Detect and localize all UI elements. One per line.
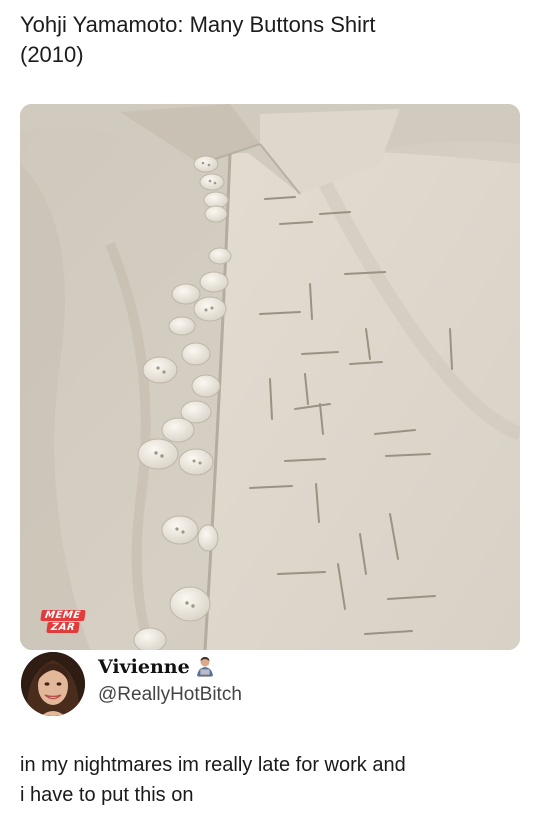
meme-zar-logo: MEME ZAR [33, 610, 93, 633]
tweet-header: Vivienne @ReallyHotBitch [20, 652, 540, 722]
display-name[interactable]: Vivienne [98, 656, 190, 678]
person-laptop-icon [194, 656, 216, 678]
watermark-line2: ZAR [46, 622, 80, 633]
caption-title: Yohji Yamamoto: Many Buttons Shirt [20, 12, 376, 37]
user-handle[interactable]: @ReallyHotBitch [98, 684, 242, 706]
post-caption: Yohji Yamamoto: Many Buttons Shirt (2010… [20, 10, 540, 70]
watermark-line1: MEME [40, 610, 86, 621]
tweet-text-line2: i have to put this on [20, 784, 194, 806]
avatar[interactable] [21, 652, 85, 716]
caption-year: (2010) [20, 42, 84, 67]
tweet-text: in my nightmares im really late for work… [20, 750, 545, 810]
tweet-text-line1: in my nightmares im really late for work… [20, 754, 406, 776]
shirt-photo[interactable] [20, 104, 520, 650]
display-name-row: Vivienne [98, 656, 216, 678]
